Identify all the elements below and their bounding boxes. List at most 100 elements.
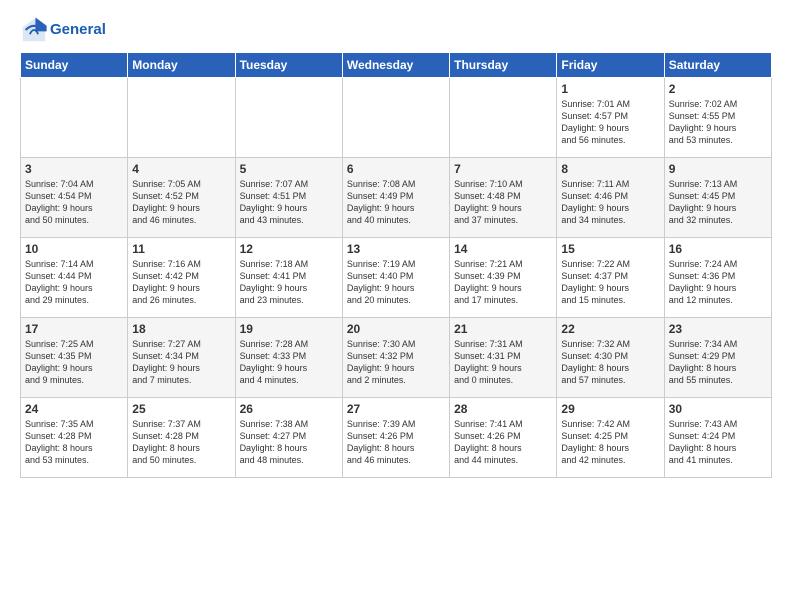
calendar-cell: 2 Sunrise: 7:02 AM Sunset: 4:55 PM Daylig… [664,78,771,158]
day-info: Sunrise: 7:08 AM Sunset: 4:49 PM Dayligh… [347,178,445,227]
day-info: Sunrise: 7:28 AM Sunset: 4:33 PM Dayligh… [240,338,338,387]
day-number: 7 [454,162,552,176]
day-info: Sunrise: 7:38 AM Sunset: 4:27 PM Dayligh… [240,418,338,467]
calendar-cell: 24Sunrise: 7:35 AM Sunset: 4:28 PM Dayli… [21,398,128,478]
calendar-cell [450,78,557,158]
day-number: 21 [454,322,552,336]
calendar-cell: 28 Sunrise: 7:41 AM Sunset: 4:26 PM Dayli… [450,398,557,478]
day-number: 15 [561,242,659,256]
day-info: Sunrise: 7:25 AM Sunset: 4:35 PM Dayligh… [25,338,123,387]
day-info: Sunrise: 7:42 AM Sunset: 4:25 PM Dayligh… [561,418,659,467]
day-number: 22 [561,322,659,336]
day-number: 20 [347,322,445,336]
day-info: Sunrise: 7:41 AM Sunset: 4:26 PM Dayligh… [454,418,552,467]
day-info: Sunrise: 7:39 AM Sunset: 4:26 PM Dayligh… [347,418,445,467]
day-info: Sunrise: 7:32 AM Sunset: 4:30 PM Dayligh… [561,338,659,387]
day-info: Sunrise: 7:16 AM Sunset: 4:42 PM Dayligh… [132,258,230,307]
calendar-cell: 29 Sunrise: 7:42 AM Sunset: 4:25 PM Dayli… [557,398,664,478]
weekday-header: Wednesday [342,53,449,78]
weekday-header: Monday [128,53,235,78]
calendar-cell: 8 Sunrise: 7:11 AM Sunset: 4:46 PM Daylig… [557,158,664,238]
calendar-cell: 21 Sunrise: 7:31 AM Sunset: 4:31 PM Dayli… [450,318,557,398]
logo-text: General [50,22,106,39]
day-info: Sunrise: 7:05 AM Sunset: 4:52 PM Dayligh… [132,178,230,227]
day-number: 27 [347,402,445,416]
calendar-cell: 27 Sunrise: 7:39 AM Sunset: 4:26 PM Dayli… [342,398,449,478]
weekday-header: Sunday [21,53,128,78]
day-number: 3 [25,162,123,176]
calendar-week-row: 24Sunrise: 7:35 AM Sunset: 4:28 PM Dayli… [21,398,772,478]
calendar-cell: 9 Sunrise: 7:13 AM Sunset: 4:45 PM Daylig… [664,158,771,238]
day-info: Sunrise: 7:13 AM Sunset: 4:45 PM Dayligh… [669,178,767,227]
day-number: 12 [240,242,338,256]
calendar-cell: 22 Sunrise: 7:32 AM Sunset: 4:30 PM Dayli… [557,318,664,398]
day-info: Sunrise: 7:21 AM Sunset: 4:39 PM Dayligh… [454,258,552,307]
day-number: 18 [132,322,230,336]
day-info: Sunrise: 7:10 AM Sunset: 4:48 PM Dayligh… [454,178,552,227]
day-number: 11 [132,242,230,256]
day-number: 30 [669,402,767,416]
calendar-cell: 19Sunrise: 7:28 AM Sunset: 4:33 PM Dayli… [235,318,342,398]
calendar-cell: 10 Sunrise: 7:14 AM Sunset: 4:44 PM Dayli… [21,238,128,318]
calendar-cell: 25Sunrise: 7:37 AM Sunset: 4:28 PM Dayli… [128,398,235,478]
calendar-cell: 16 Sunrise: 7:24 AM Sunset: 4:36 PM Dayli… [664,238,771,318]
day-number: 6 [347,162,445,176]
day-info: Sunrise: 7:24 AM Sunset: 4:36 PM Dayligh… [669,258,767,307]
day-number: 13 [347,242,445,256]
day-number: 2 [669,82,767,96]
calendar-week-row: 17Sunrise: 7:25 AM Sunset: 4:35 PM Dayli… [21,318,772,398]
day-number: 29 [561,402,659,416]
day-number: 16 [669,242,767,256]
day-number: 26 [240,402,338,416]
day-info: Sunrise: 7:22 AM Sunset: 4:37 PM Dayligh… [561,258,659,307]
day-info: Sunrise: 7:27 AM Sunset: 4:34 PM Dayligh… [132,338,230,387]
calendar-cell: 13 Sunrise: 7:19 AM Sunset: 4:40 PM Dayli… [342,238,449,318]
day-number: 1 [561,82,659,96]
day-info: Sunrise: 7:43 AM Sunset: 4:24 PM Dayligh… [669,418,767,467]
day-number: 28 [454,402,552,416]
calendar-cell: 7 Sunrise: 7:10 AM Sunset: 4:48 PM Daylig… [450,158,557,238]
calendar-week-row: 3Sunrise: 7:04 AM Sunset: 4:54 PM Daylig… [21,158,772,238]
weekday-header: Saturday [664,53,771,78]
day-number: 10 [25,242,123,256]
page: General SundayMondayTuesdayWednesdayThur… [0,0,792,612]
calendar-cell: 14 Sunrise: 7:21 AM Sunset: 4:39 PM Dayli… [450,238,557,318]
day-info: Sunrise: 7:11 AM Sunset: 4:46 PM Dayligh… [561,178,659,227]
calendar-cell: 15 Sunrise: 7:22 AM Sunset: 4:37 PM Dayli… [557,238,664,318]
calendar-cell: 17Sunrise: 7:25 AM Sunset: 4:35 PM Dayli… [21,318,128,398]
calendar-week-row: 10 Sunrise: 7:14 AM Sunset: 4:44 PM Dayli… [21,238,772,318]
calendar-cell [342,78,449,158]
day-info: Sunrise: 7:31 AM Sunset: 4:31 PM Dayligh… [454,338,552,387]
day-info: Sunrise: 7:02 AM Sunset: 4:55 PM Dayligh… [669,98,767,147]
calendar-cell [21,78,128,158]
calendar-cell [235,78,342,158]
calendar-cell: 23 Sunrise: 7:34 AM Sunset: 4:29 PM Dayli… [664,318,771,398]
calendar-cell [128,78,235,158]
weekday-header: Thursday [450,53,557,78]
calendar-cell: 4 Sunrise: 7:05 AM Sunset: 4:52 PM Daylig… [128,158,235,238]
calendar-cell: 20 Sunrise: 7:30 AM Sunset: 4:32 PM Dayli… [342,318,449,398]
day-number: 24 [25,402,123,416]
calendar-cell: 6 Sunrise: 7:08 AM Sunset: 4:49 PM Daylig… [342,158,449,238]
day-info: Sunrise: 7:19 AM Sunset: 4:40 PM Dayligh… [347,258,445,307]
day-number: 8 [561,162,659,176]
weekday-header: Friday [557,53,664,78]
day-number: 23 [669,322,767,336]
header: General [20,16,772,44]
day-info: Sunrise: 7:18 AM Sunset: 4:41 PM Dayligh… [240,258,338,307]
day-number: 9 [669,162,767,176]
day-number: 14 [454,242,552,256]
calendar-header-row: SundayMondayTuesdayWednesdayThursdayFrid… [21,53,772,78]
calendar: SundayMondayTuesdayWednesdayThursdayFrid… [20,52,772,478]
day-info: Sunrise: 7:07 AM Sunset: 4:51 PM Dayligh… [240,178,338,227]
day-info: Sunrise: 7:14 AM Sunset: 4:44 PM Dayligh… [25,258,123,307]
day-info: Sunrise: 7:37 AM Sunset: 4:28 PM Dayligh… [132,418,230,467]
calendar-cell: 26 Sunrise: 7:38 AM Sunset: 4:27 PM Dayli… [235,398,342,478]
day-info: Sunrise: 7:34 AM Sunset: 4:29 PM Dayligh… [669,338,767,387]
calendar-cell: 18 Sunrise: 7:27 AM Sunset: 4:34 PM Dayli… [128,318,235,398]
day-info: Sunrise: 7:30 AM Sunset: 4:32 PM Dayligh… [347,338,445,387]
weekday-header: Tuesday [235,53,342,78]
logo: General [20,16,106,44]
calendar-cell: 3Sunrise: 7:04 AM Sunset: 4:54 PM Daylig… [21,158,128,238]
day-number: 4 [132,162,230,176]
